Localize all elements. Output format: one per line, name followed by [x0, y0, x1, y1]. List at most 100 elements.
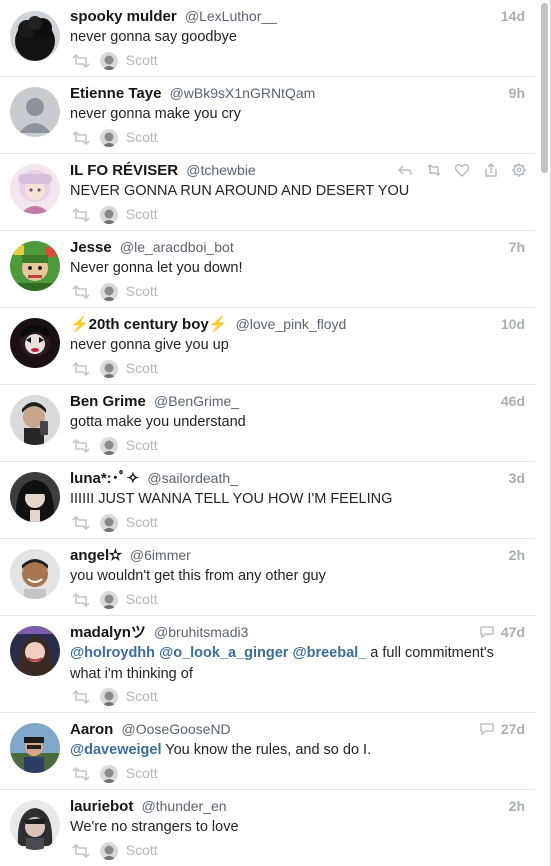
like-icon[interactable] [454, 162, 470, 178]
retweeter-avatar [99, 514, 118, 533]
mention-link[interactable]: @o_look_a_ginger [159, 645, 288, 661]
retweet-context: Scott [70, 512, 158, 533]
tweet[interactable]: IL FO RÉVISER @tchewbie NEVER GONNA RUN … [0, 154, 535, 231]
avatar[interactable] [10, 87, 60, 137]
retweeter-name[interactable]: Scott [126, 514, 158, 530]
retweeter-name[interactable]: Scott [126, 52, 158, 68]
tweet[interactable]: Ben Grime @BenGrime_ 46d gotta make you … [0, 385, 535, 462]
share-icon[interactable] [483, 162, 499, 178]
conversation-icon[interactable] [479, 722, 495, 736]
retweet-icon [72, 362, 90, 377]
tweet[interactable]: ⚡20th century boy⚡ @love_pink_floyd 10d … [0, 308, 535, 385]
avatar[interactable] [10, 472, 60, 522]
tweet[interactable]: angel✫ @6immer 2h you wouldn't get this … [0, 539, 535, 616]
avatar[interactable] [10, 800, 60, 850]
author-handle[interactable]: @wBk9sX1nGRNtQam [170, 85, 316, 101]
avatar[interactable] [10, 318, 60, 368]
tweet-text: Never gonna let you down! [70, 260, 243, 276]
author-name[interactable]: IL FO RÉVISER [70, 162, 178, 179]
mention-link[interactable]: @holroydhh [70, 645, 155, 661]
author-handle[interactable]: @BenGrime_ [154, 393, 239, 409]
avatar[interactable] [10, 11, 60, 61]
tweet-time[interactable]: 14d [501, 6, 525, 26]
retweeter-name[interactable]: Scott [126, 206, 158, 222]
tweet-text: never gonna give you up [70, 337, 229, 353]
tweet-time[interactable]: 27d [501, 719, 525, 739]
author-handle[interactable]: @bruhitsmadi3 [154, 624, 248, 640]
retweeter-avatar [99, 206, 118, 225]
author-handle[interactable]: @thunder_en [142, 798, 227, 814]
avatar[interactable] [10, 549, 60, 599]
retweeter-name[interactable]: Scott [126, 765, 158, 781]
tweet-text: We're no strangers to love [70, 819, 239, 835]
author-name[interactable]: ⚡20th century boy⚡ [70, 316, 227, 333]
timeline-feed[interactable]: spooky mulder @LexLuthor__ 14d never gon… [0, 0, 551, 866]
tweet[interactable]: madalynツ @bruhitsmadi3 47d @holroydhh @o… [0, 616, 535, 713]
author-handle[interactable]: @tchewbie [186, 162, 255, 178]
avatar[interactable] [10, 723, 60, 773]
author-name[interactable]: luna*:･ﾟ✧ [70, 470, 139, 487]
tweet-time[interactable]: 3d [509, 468, 525, 488]
author-name[interactable]: spooky mulder [70, 8, 177, 25]
author-handle[interactable]: @OoseGooseND [122, 721, 231, 737]
retweet-icon [72, 844, 90, 859]
avatar[interactable] [10, 626, 60, 676]
tweet-time[interactable]: 46d [501, 391, 525, 411]
tweet-text: you wouldn't get this from any other guy [70, 568, 326, 584]
avatar[interactable] [10, 164, 60, 214]
tweet-time[interactable]: 47d [501, 622, 525, 642]
retweet-icon [72, 439, 90, 454]
tweet-text: NEVER GONNA RUN AROUND AND DESERT YOU [70, 183, 410, 199]
author-handle[interactable]: @le_aracdboi_bot [120, 239, 234, 255]
author-handle[interactable]: @sailordeath_ [147, 470, 238, 486]
author-name[interactable]: Aaron [70, 721, 113, 738]
mention-link[interactable]: @breebal_ [292, 645, 366, 661]
reply-icon[interactable] [397, 162, 413, 178]
retweeter-avatar [99, 688, 118, 707]
retweeter-name[interactable]: Scott [126, 129, 158, 145]
avatar[interactable] [10, 395, 60, 445]
avatar[interactable] [10, 241, 60, 291]
retweeter-avatar [99, 591, 118, 610]
author-name[interactable]: Ben Grime [70, 393, 146, 410]
author-handle[interactable]: @LexLuthor__ [185, 8, 277, 24]
retweeter-avatar [99, 52, 118, 71]
retweeter-avatar [99, 437, 118, 456]
tweet[interactable]: lauriebot @thunder_en 2h We're no strang… [0, 790, 535, 866]
author-name[interactable]: lauriebot [70, 798, 133, 815]
retweet-icon [72, 208, 90, 223]
retweeter-name[interactable]: Scott [126, 591, 158, 607]
tweet[interactable]: Jesse @le_aracdboi_bot 7h Never gonna le… [0, 231, 535, 308]
author-handle[interactable]: @6immer [130, 547, 191, 563]
retweet-context: Scott [70, 840, 158, 861]
retweet-icon [72, 690, 90, 705]
tweet[interactable]: Aaron @OoseGooseND 27d @daveweigel You k… [0, 713, 535, 790]
tweet[interactable]: spooky mulder @LexLuthor__ 14d never gon… [0, 0, 535, 77]
retweet-context: Scott [70, 358, 158, 379]
retweeter-name[interactable]: Scott [126, 283, 158, 299]
conversation-icon[interactable] [479, 625, 495, 639]
author-name[interactable]: angel✫ [70, 547, 122, 564]
tweet[interactable]: luna*:･ﾟ✧ @sailordeath_ 3d IIIIII JUST W… [0, 462, 535, 539]
tweet-time[interactable]: 9h [509, 83, 525, 103]
tweet-time[interactable]: 2h [509, 545, 525, 565]
scrollbar-thumb[interactable] [541, 3, 548, 173]
tweet-time[interactable]: 2h [509, 796, 525, 816]
retweeter-name[interactable]: Scott [126, 842, 158, 858]
author-name[interactable]: Etienne Taye [70, 85, 161, 102]
settings-gear-icon[interactable] [511, 162, 527, 178]
retweeter-name[interactable]: Scott [126, 437, 158, 453]
author-name[interactable]: Jesse [70, 239, 112, 256]
tweet-text: gotta make you understand [70, 414, 246, 430]
tweet-time[interactable]: 7h [509, 237, 525, 257]
author-handle[interactable]: @love_pink_floyd [236, 316, 347, 332]
tweet-text: @holroydhh @o_look_a_ginger @breebal_ a … [70, 643, 515, 685]
retweet-icon[interactable] [426, 162, 442, 178]
tweet[interactable]: Etienne Taye @wBk9sX1nGRNtQam 9h never g… [0, 77, 535, 154]
retweeter-avatar [99, 842, 118, 861]
mention-link[interactable]: @daveweigel [70, 742, 162, 758]
retweeter-name[interactable]: Scott [126, 360, 158, 376]
retweeter-name[interactable]: Scott [126, 688, 158, 704]
tweet-time[interactable]: 10d [501, 314, 525, 334]
author-name[interactable]: madalynツ [70, 624, 146, 641]
